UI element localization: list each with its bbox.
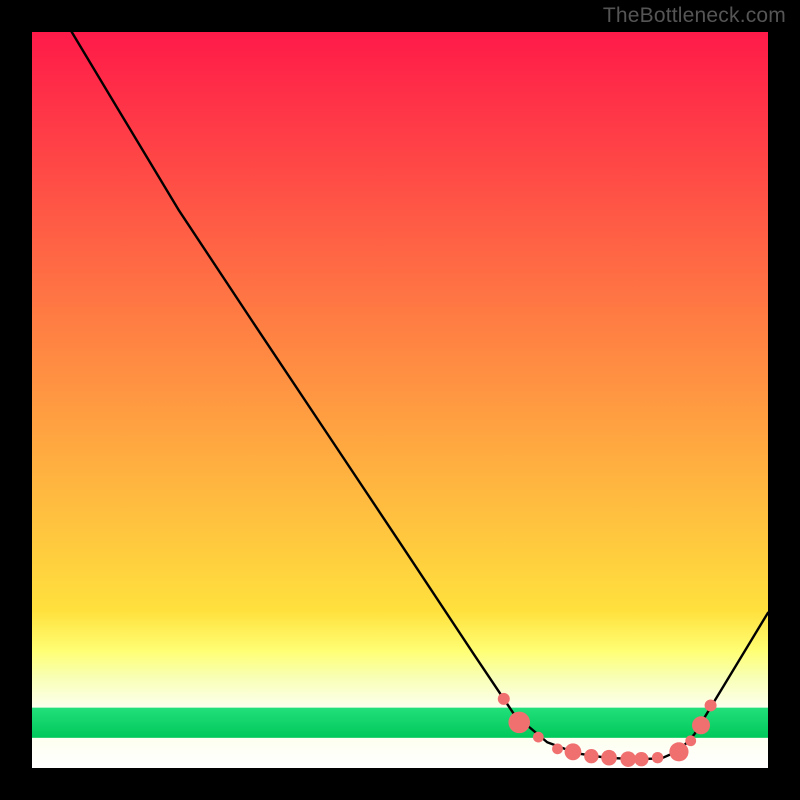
highlight-dots: [552, 743, 563, 754]
stage: TheBottleneck.com: [0, 0, 800, 800]
highlight-dots: [601, 750, 617, 766]
highlight-dots: [692, 716, 710, 734]
highlight-dots: [565, 743, 582, 760]
highlight-dots: [498, 693, 510, 705]
highlight-dots: [634, 752, 648, 766]
plot-frame: [32, 32, 768, 768]
highlight-dots: [685, 735, 696, 746]
bottleneck-curve-chart: [32, 32, 768, 768]
highlight-dots: [508, 712, 530, 734]
bottleneck-curve: [72, 32, 768, 759]
highlight-dots: [705, 699, 717, 711]
highlight-dots: [652, 752, 663, 763]
highlight-dots: [620, 751, 636, 767]
highlight-dots: [533, 732, 544, 743]
highlight-dots: [669, 742, 688, 761]
highlight-dots: [584, 749, 598, 763]
watermark-text: TheBottleneck.com: [603, 4, 786, 28]
